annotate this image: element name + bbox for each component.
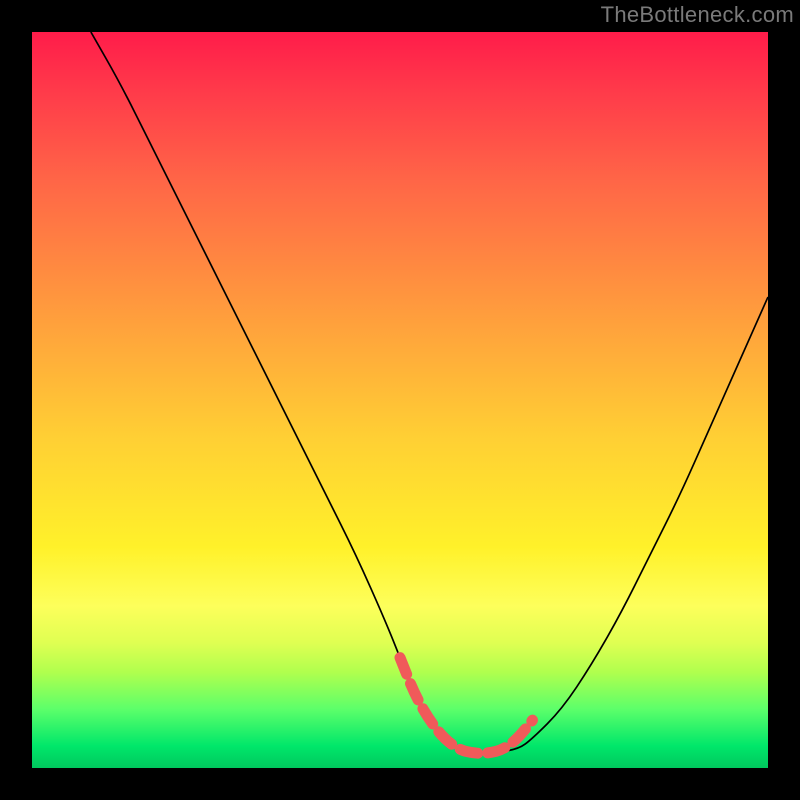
curve-layer <box>32 32 768 768</box>
chart-frame: TheBottleneck.com <box>0 0 800 800</box>
watermark-text: TheBottleneck.com <box>601 2 794 28</box>
plot-area <box>32 32 768 768</box>
optimal-range-marker <box>400 658 532 754</box>
bottleneck-curve <box>91 32 768 753</box>
